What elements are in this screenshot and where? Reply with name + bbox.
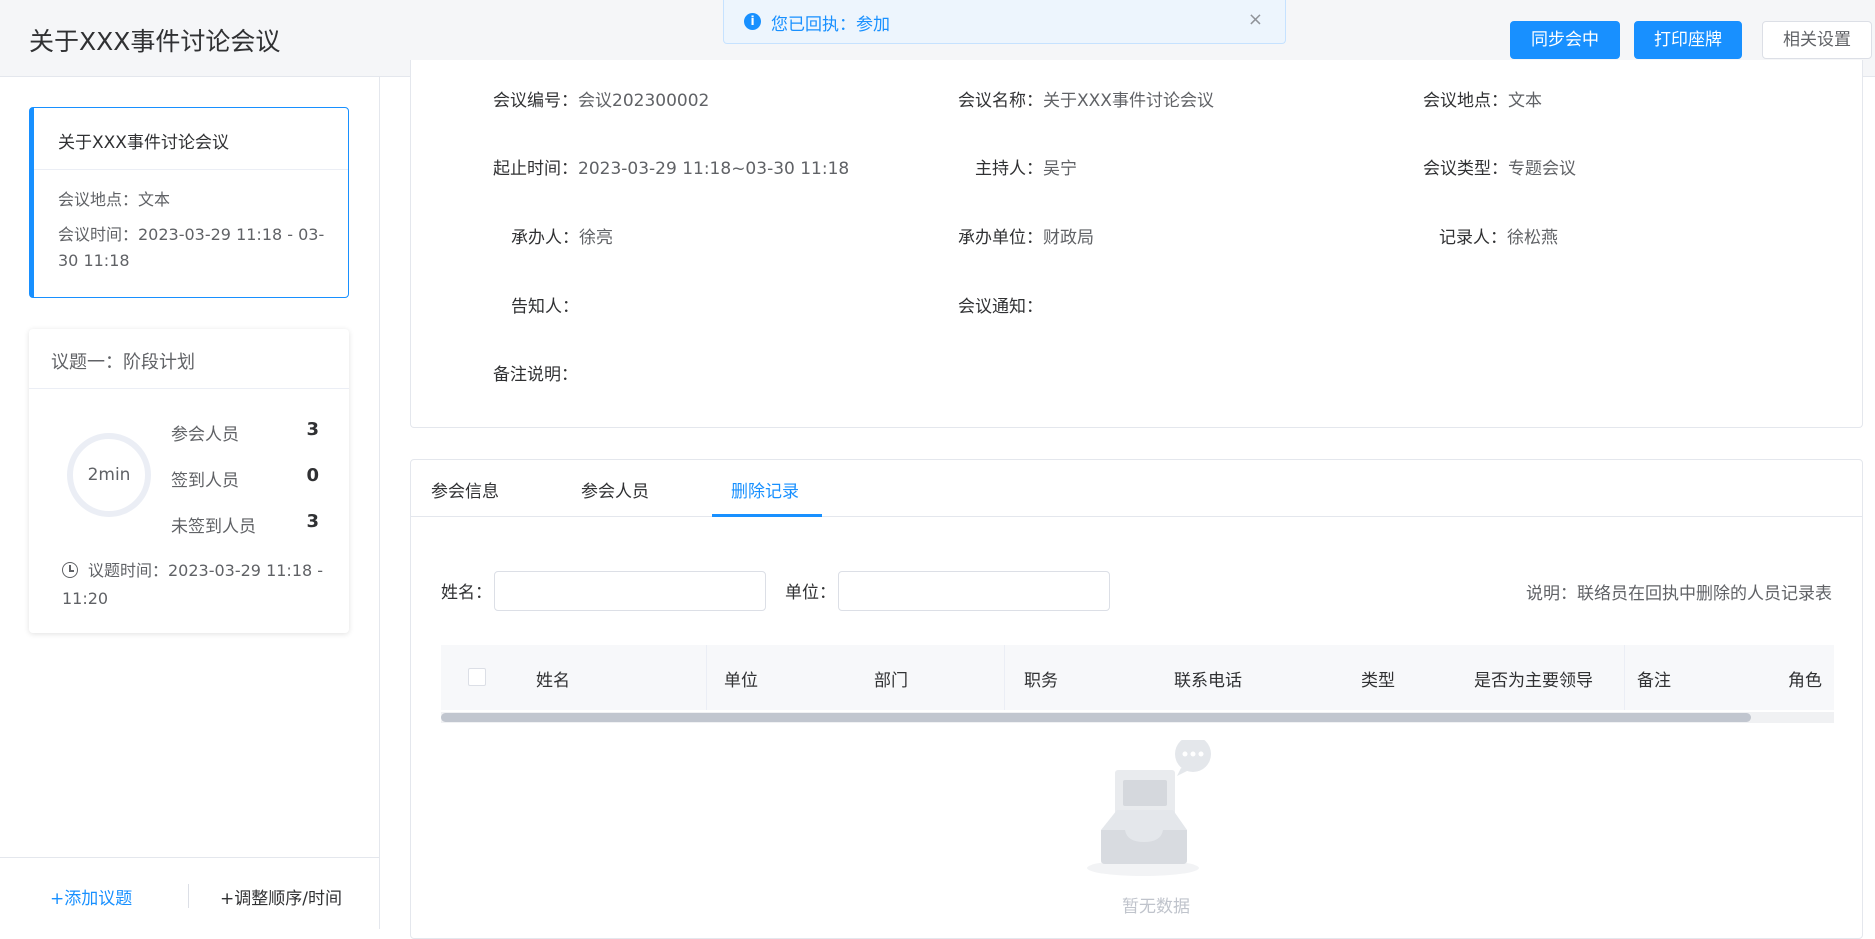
meeting-card-time: 会议时间：2023-03-29 11:18 - 03-30 11:18 (58, 225, 325, 270)
column-separator (1624, 645, 1625, 710)
select-all-checkbox[interactable] (468, 668, 486, 686)
print-seat-card-button[interactable]: 打印座牌 (1634, 21, 1742, 59)
info-value: 财政局 (1043, 228, 1094, 248)
stat-value-attendees: 3 (306, 419, 319, 440)
info-organizer: 承办人：徐亮 (511, 223, 613, 248)
rsvp-toast: i 您已回执：参加 × (723, 0, 1286, 44)
tab-delete-records[interactable]: 删除记录 (731, 477, 799, 502)
info-value: 专题会议 (1508, 159, 1576, 179)
unit-filter-label: 单位： (785, 583, 836, 603)
topic-card[interactable]: 议题一：阶段计划 2min 参会人员 3 签到人员 0 未签到人员 3 议题时间… (29, 329, 349, 633)
info-unit: 承办单位：财政局 (958, 223, 1094, 248)
sidebar: 关于XXX事件讨论会议 会议地点：文本 会议时间：2023-03-29 11:1… (0, 77, 380, 929)
column-header-department: 部门 (874, 671, 908, 691)
info-label: 会议通知： (958, 297, 1043, 317)
info-icon: i (744, 13, 761, 30)
tab-attendance-info[interactable]: 参会信息 (431, 477, 499, 502)
column-separator (706, 645, 707, 710)
footer-divider (188, 884, 189, 908)
close-icon[interactable]: × (1248, 9, 1263, 30)
stat-label-not-signed-in: 未签到人员 (171, 517, 256, 537)
active-tab-indicator (712, 514, 822, 517)
info-value: 徐松燕 (1507, 228, 1558, 248)
info-value: 关于XXX事件讨论会议 (1043, 91, 1214, 111)
topic-time-text: 议题时间：2023-03-29 11:18 - 11:20 (62, 561, 324, 608)
adjust-order-button[interactable]: +调整顺序/时间 (220, 884, 342, 909)
info-host: 主持人：吴宁 (975, 154, 1077, 179)
toast-message: 您已回执：参加 (771, 15, 890, 35)
table-header: 姓名 单位 部门 职务 联系电话 类型 是否为主要领导 备注 角色 (441, 645, 1834, 710)
column-header-name: 姓名 (536, 671, 570, 691)
info-period: 起止时间：2023-03-29 11:18~03-30 11:18 (493, 154, 849, 179)
tab-attendees[interactable]: 参会人员 (581, 477, 649, 502)
info-notifier: 告知人： (511, 292, 579, 317)
name-filter-input[interactable] (494, 571, 766, 611)
info-label: 承办单位： (958, 228, 1043, 248)
column-separator (1004, 645, 1005, 710)
duration-ring: 2min (67, 433, 151, 517)
column-header-main-leader: 是否为主要领导 (1474, 671, 1593, 691)
info-meeting-no: 会议编号：会议202300002 (493, 86, 709, 111)
page-title: 关于XXX事件讨论会议 (29, 27, 281, 56)
info-label: 备注说明： (493, 365, 578, 385)
info-location: 会议地点：文本 (1423, 86, 1542, 111)
info-notice: 会议通知： (958, 292, 1043, 317)
unit-filter-input[interactable] (838, 571, 1110, 611)
info-type: 会议类型：专题会议 (1423, 154, 1576, 179)
meeting-info-panel: 会议编号：会议202300002 会议名称：关于XXX事件讨论会议 会议地点：文… (410, 60, 1863, 428)
column-header-phone: 联系电话 (1174, 671, 1242, 691)
empty-text: 暂无数据 (1122, 897, 1190, 917)
info-label: 起止时间： (493, 159, 578, 179)
column-header-position: 职务 (1024, 671, 1058, 691)
horizontal-scrollbar[interactable] (441, 713, 1751, 722)
info-meeting-name: 会议名称：关于XXX事件讨论会议 (958, 86, 1214, 111)
sidebar-footer: +添加议题 +调整顺序/时间 (0, 857, 380, 929)
stat-label-signed-in: 签到人员 (171, 471, 239, 491)
info-label: 主持人： (975, 159, 1043, 179)
info-label: 承办人： (511, 228, 579, 248)
info-value: 徐亮 (579, 228, 613, 248)
info-value: 文本 (1508, 91, 1542, 111)
info-label: 告知人： (511, 297, 579, 317)
topic-title: 议题一：阶段计划 (29, 329, 349, 389)
stat-value-signed-in: 0 (306, 465, 319, 486)
empty-state: 暂无数据 (1081, 736, 1231, 917)
topic-time: 议题时间：2023-03-29 11:18 - 11:20 (62, 557, 342, 613)
stat-label-attendees: 参会人员 (171, 425, 239, 445)
tab-bar: 参会信息 参会人员 删除记录 (411, 460, 1862, 517)
info-value: 会议202300002 (578, 91, 710, 111)
sync-meeting-button[interactable]: 同步会中 (1510, 21, 1620, 59)
meeting-card[interactable]: 关于XXX事件讨论会议 会议地点：文本 会议时间：2023-03-29 11:1… (29, 107, 349, 298)
info-label: 会议地点： (1423, 91, 1508, 111)
info-label: 会议编号： (493, 91, 578, 111)
tab-panel: 参会信息 参会人员 删除记录 姓名： 单位： 说明：联络员在回执中删除的人员记录… (410, 459, 1863, 939)
meeting-card-location: 会议地点：文本 (58, 190, 171, 209)
info-label: 会议类型： (1423, 159, 1508, 179)
add-topic-button[interactable]: +添加议题 (50, 884, 132, 909)
info-label: 会议名称： (958, 91, 1043, 111)
meeting-card-title: 关于XXX事件讨论会议 (34, 108, 348, 170)
info-remark: 备注说明： (493, 360, 578, 385)
related-settings-button[interactable]: 相关设置 (1762, 21, 1872, 59)
column-header-role: 角色 (1788, 671, 1822, 691)
info-recorder: 记录人：徐松燕 (1439, 223, 1558, 248)
delete-records-note: 说明：联络员在回执中删除的人员记录表 (1526, 584, 1832, 604)
name-filter-label: 姓名： (441, 583, 492, 603)
clock-icon (62, 562, 78, 578)
column-header-unit: 单位 (724, 671, 758, 691)
info-label: 记录人： (1439, 228, 1507, 248)
info-value: 吴宁 (1043, 159, 1077, 179)
column-header-type: 类型 (1361, 671, 1395, 691)
info-value: 2023-03-29 11:18~03-30 11:18 (578, 159, 850, 179)
empty-inbox-icon (1087, 736, 1211, 876)
stat-value-not-signed-in: 3 (306, 511, 319, 532)
column-header-remark: 备注 (1637, 671, 1671, 691)
